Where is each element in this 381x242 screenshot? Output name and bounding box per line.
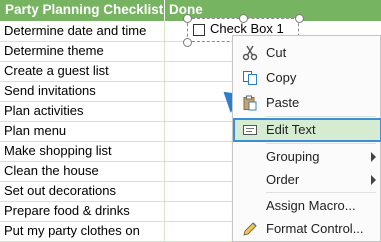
copy-icon bbox=[242, 70, 258, 86]
menu-item-label: Assign Macro... bbox=[266, 198, 356, 213]
scissors-icon bbox=[242, 45, 258, 61]
menu-separator bbox=[266, 116, 376, 117]
menu-item-label: Copy bbox=[266, 70, 297, 85]
menu-item-label: Order bbox=[266, 172, 300, 187]
menu-item-grouping[interactable]: Grouping bbox=[233, 146, 381, 168]
menu-item-cut[interactable]: Cut bbox=[233, 42, 381, 64]
format-control-icon bbox=[242, 221, 258, 237]
submenu-arrow-icon bbox=[371, 152, 376, 162]
menu-item-assign-macro[interactable]: Assign Macro... bbox=[233, 195, 381, 217]
menu-item-label: Paste bbox=[266, 95, 300, 110]
menu-item-label: Cut bbox=[266, 45, 287, 60]
menu-item-paste[interactable]: Paste bbox=[233, 92, 381, 114]
submenu-arrow-icon bbox=[371, 175, 376, 185]
menu-item-label: Grouping bbox=[266, 149, 320, 164]
menu-item-copy[interactable]: Copy bbox=[233, 67, 381, 89]
menu-item-format-control[interactable]: Format Control... bbox=[233, 218, 381, 240]
edit-text-icon bbox=[242, 122, 258, 138]
menu-item-label: Format Control... bbox=[266, 221, 364, 236]
menu-item-label: Edit Text bbox=[266, 122, 316, 137]
paste-icon bbox=[242, 95, 258, 111]
menu-separator bbox=[266, 143, 376, 144]
menu-item-edit-text[interactable]: Edit Text bbox=[233, 118, 381, 142]
menu-separator bbox=[266, 192, 376, 193]
context-menu: Cut Copy Paste Edit Text Grouping Order … bbox=[232, 35, 381, 242]
menu-item-order[interactable]: Order bbox=[233, 169, 381, 191]
